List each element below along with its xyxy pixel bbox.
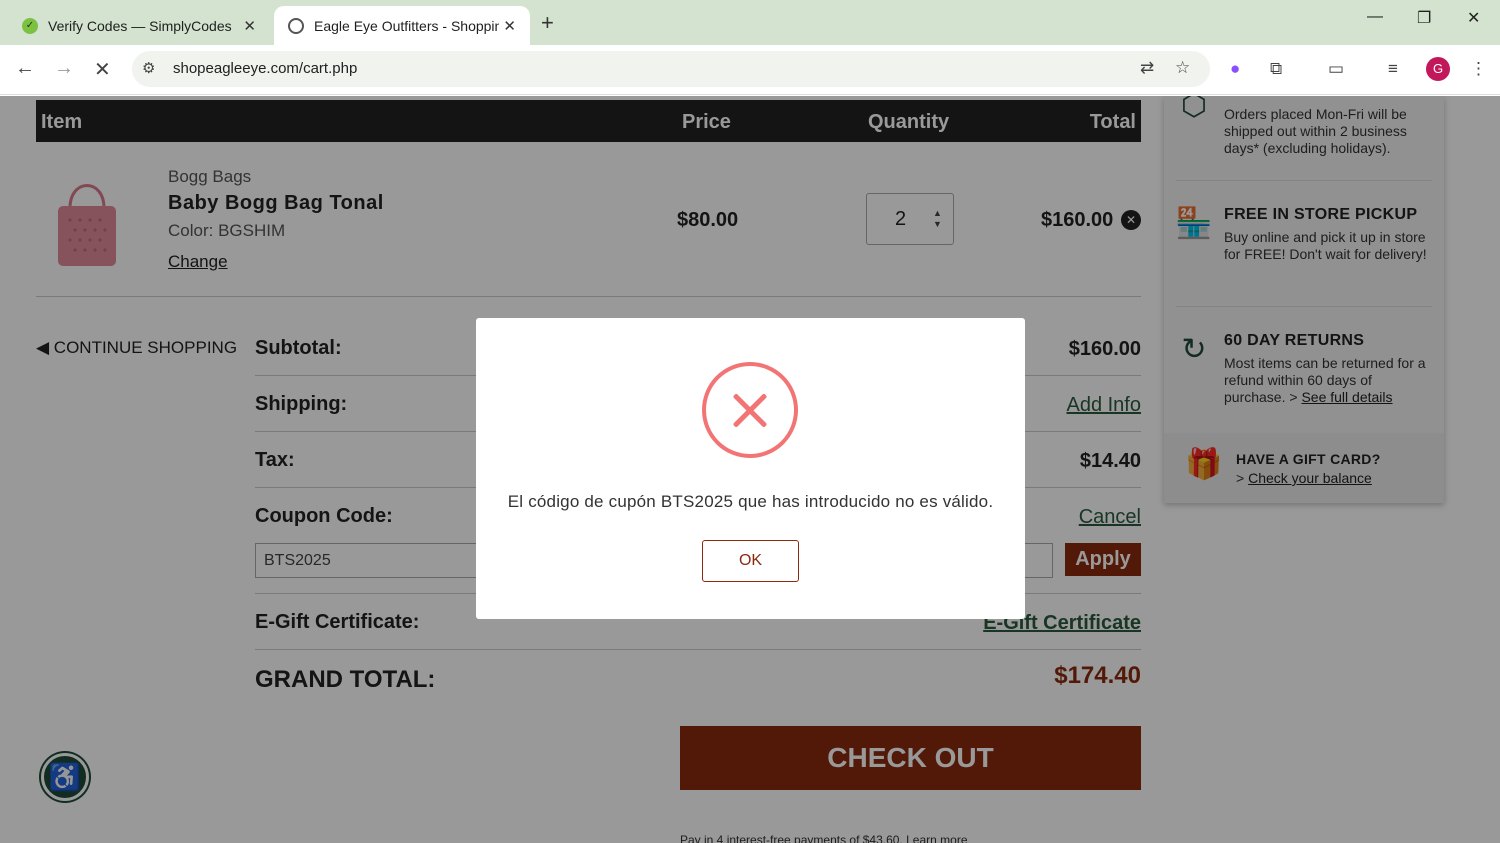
close-tab-icon[interactable]: ✕ [503,17,516,35]
browser-toolbar: ← → ✕ ⚙ shopeagleeye.com/cart.php ⇄ ☆ ● … [0,45,1500,95]
tab-eagle-eye[interactable]: Eagle Eye Outfitters - Shopping ✕ [274,6,530,45]
error-message: El código de cupón BTS2025 que has intro… [507,492,994,511]
profile-avatar[interactable]: G [1426,57,1450,81]
tab-simplycodes[interactable]: ✓ Verify Codes — SimplyCodes ✕ [8,6,270,45]
simplycodes-icon: ✓ [22,17,38,34]
restore-icon[interactable]: ❐ [1417,8,1431,28]
stop-loading-icon[interactable]: ✕ [94,57,111,82]
error-dialog: El código de cupón BTS2025 que has intro… [476,318,1025,619]
close-tab-icon[interactable]: ✕ [243,17,256,35]
url-text[interactable]: shopeagleeye.com/cart.php [173,60,357,77]
menu-kebab-icon[interactable]: ⋮ [1470,59,1487,79]
close-window-icon[interactable]: ✕ [1467,8,1480,28]
translate-icon[interactable]: ⇄ [1140,58,1154,78]
address-bar[interactable]: ⚙ shopeagleeye.com/cart.php ⇄ ☆ [132,51,1210,87]
media-controls-icon[interactable]: ≡ [1388,59,1398,79]
site-info-icon[interactable]: ⚙ [142,59,155,77]
extension-icon[interactable]: ● [1230,59,1240,79]
back-icon[interactable]: ← [15,57,35,80]
error-x-icon [702,362,798,458]
puzzle-extensions-icon[interactable]: ⧉ [1270,59,1282,79]
ok-button[interactable]: OK [702,540,799,582]
loading-icon [288,17,304,34]
minimize-icon[interactable]: — [1367,8,1383,26]
tab-search-icon[interactable]: ▭ [1328,59,1344,79]
tab-title: Verify Codes — SimplyCodes [48,17,232,34]
bookmark-star-icon[interactable]: ☆ [1175,58,1190,78]
forward-icon[interactable]: → [54,57,74,80]
new-tab-button[interactable]: + [541,10,554,36]
tab-bar: ✓ Verify Codes — SimplyCodes ✕ Eagle Eye… [0,0,1500,45]
tab-title: Eagle Eye Outfitters - Shopping [314,17,499,34]
